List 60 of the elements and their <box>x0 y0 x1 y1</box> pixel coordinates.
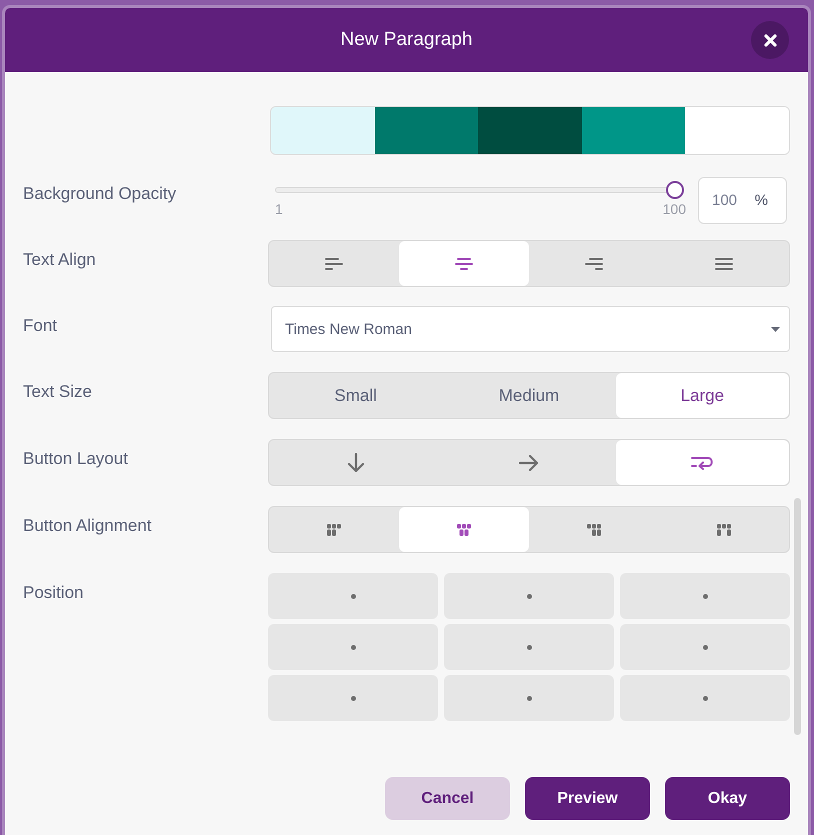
wrap-icon <box>690 456 714 470</box>
dot-icon <box>702 696 708 700</box>
caret-icon <box>771 326 780 332</box>
color-swatch[interactable] <box>374 107 478 154</box>
color-swatch[interactable] <box>478 107 582 154</box>
dot-icon <box>702 594 708 598</box>
text-size-option[interactable]: Large <box>616 373 789 418</box>
field-label: Background Opacity <box>23 183 176 204</box>
arrow-right-icon <box>518 454 539 472</box>
position-cell[interactable] <box>268 573 438 619</box>
color-swatch[interactable] <box>685 107 789 154</box>
slider-max-label: 100 <box>662 201 686 217</box>
opacity-input[interactable]: 100 % <box>698 177 787 224</box>
field-label: Text Align <box>23 249 96 270</box>
field-label: Position <box>23 582 84 603</box>
scrollbar-thumb[interactable] <box>794 498 801 735</box>
align-right-icon <box>585 258 603 270</box>
primary-button[interactable]: Preview <box>525 777 650 820</box>
align-left-icon <box>325 258 343 270</box>
position-cell[interactable] <box>620 624 790 670</box>
field-label: Button Layout <box>23 448 128 469</box>
dot-icon <box>702 644 708 650</box>
field-label: Button Alignment <box>23 515 152 536</box>
dot-icon <box>526 696 532 700</box>
slider-min-label: 1 <box>275 201 283 217</box>
position-cell[interactable] <box>620 675 790 721</box>
text-size-option[interactable]: Medium <box>442 373 616 418</box>
position-cell[interactable] <box>444 624 614 670</box>
close-icon <box>764 34 776 46</box>
align-justify-icon <box>715 258 733 270</box>
field-label: Text Size <box>23 381 92 402</box>
slider-thumb[interactable] <box>666 181 684 199</box>
dot-icon <box>350 594 356 598</box>
dot-icon <box>526 644 532 650</box>
position-cell[interactable] <box>268 624 438 670</box>
text-size-option[interactable]: Small <box>269 373 442 418</box>
dot-icon <box>350 644 356 650</box>
position-cell[interactable] <box>268 675 438 721</box>
text-align-option[interactable] <box>399 241 529 286</box>
button-alignment-option[interactable] <box>399 507 529 552</box>
color-swatch[interactable] <box>582 107 686 154</box>
align-center-icon <box>455 258 473 270</box>
field-label: Font <box>23 315 58 336</box>
position-cell[interactable] <box>444 675 614 721</box>
close-button[interactable] <box>751 21 789 59</box>
dot-icon <box>350 696 356 700</box>
blocks-center-icon <box>457 524 471 536</box>
position-cell[interactable] <box>444 573 614 619</box>
dot-icon <box>526 594 532 598</box>
blocks-right-icon <box>587 524 601 536</box>
position-cell[interactable] <box>620 573 790 619</box>
primary-button[interactable]: Okay <box>665 777 790 820</box>
arrow-down-icon <box>346 452 365 472</box>
font-select[interactable]: Times New Roman <box>271 306 790 352</box>
blocks-left-icon <box>327 524 341 536</box>
secondary-button[interactable]: Cancel <box>385 777 510 820</box>
color-swatch[interactable] <box>271 107 375 154</box>
blocks-justify-icon <box>717 524 731 536</box>
button-layout-option[interactable] <box>616 440 789 485</box>
dialog-title: New Paragraph <box>340 29 473 51</box>
